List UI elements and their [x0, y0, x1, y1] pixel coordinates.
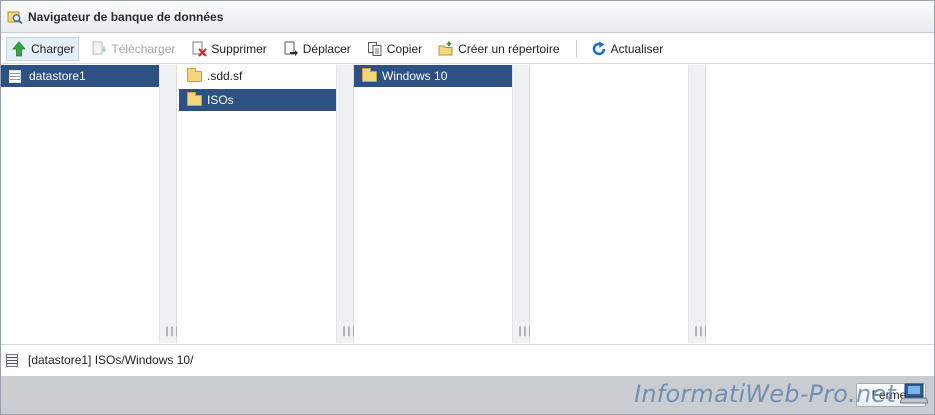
datastore-browser-window: Navigateur de banque de données Charger … [0, 0, 935, 415]
current-path: [datastore1] ISOs/Windows 10/ [28, 353, 194, 367]
move-icon [283, 41, 299, 57]
download-icon [91, 41, 107, 57]
list-item-label: ISOs [207, 93, 234, 107]
window-title: Navigateur de banque de données [28, 9, 224, 24]
create-directory-button[interactable]: Créer un répertoire [434, 37, 563, 61]
copy-icon [367, 41, 383, 57]
refresh-button[interactable]: Actualiser [587, 37, 668, 61]
move-label: Déplacer [302, 41, 351, 56]
toolbar-separator [575, 39, 577, 58]
folder-icon [187, 67, 202, 82]
list-item-sdd-sf[interactable]: .sdd.sf [179, 65, 336, 87]
new-folder-icon [438, 41, 454, 57]
download-label: Télécharger [111, 41, 176, 56]
column-resizer[interactable]: ||| [512, 65, 533, 343]
upload-arrow-icon [11, 40, 27, 57]
list-item-windows-10[interactable]: Windows 10 [354, 65, 512, 87]
watermark: InformatiWeb-Pro.net [634, 374, 929, 414]
column-4: ||| [530, 65, 709, 343]
move-button[interactable]: Déplacer [279, 37, 355, 61]
upload-label: Charger [31, 41, 75, 56]
watermark-text: InformatiWeb-Pro.net [634, 380, 896, 408]
refresh-label: Actualiser [610, 41, 664, 56]
laptop-logo-icon [899, 383, 929, 405]
column-resizer[interactable]: ||| [159, 65, 180, 343]
delete-button[interactable]: Supprimer [187, 37, 270, 61]
column-2: .sdd.sf ISOs ||| [177, 65, 357, 343]
datastore-icon [9, 69, 21, 83]
create-directory-label: Créer un répertoire [458, 41, 560, 56]
folder-icon [187, 91, 202, 106]
copy-button[interactable]: Copier [363, 37, 426, 61]
delete-label: Supprimer [211, 41, 267, 56]
list-item-label: datastore1 [29, 69, 86, 83]
list-item-label: Windows 10 [382, 69, 448, 83]
copy-label: Copier [386, 41, 423, 56]
column-resizer[interactable]: ||| [336, 65, 357, 343]
list-item-label: .sdd.sf [207, 69, 243, 83]
datastore-icon [6, 353, 18, 367]
browser-columns: datastore1 ||| .sdd.sf ISOs ||| Windows … [1, 65, 934, 343]
column-3: Windows 10 ||| [354, 65, 533, 343]
toolbar: Charger Télécharger Supprimer Déplacer C… [1, 34, 934, 64]
refresh-icon [591, 41, 607, 57]
delete-icon [191, 41, 208, 57]
column-1: datastore1 ||| [1, 65, 180, 343]
folder-icon [362, 67, 377, 82]
column-resizer[interactable]: ||| [688, 65, 709, 343]
list-item-datastore1[interactable]: datastore1 [1, 65, 159, 87]
upload-button[interactable]: Charger [6, 36, 80, 61]
download-button[interactable]: Télécharger [87, 37, 179, 61]
list-item-isos[interactable]: ISOs [179, 89, 336, 111]
column-5 [706, 65, 934, 343]
window-titlebar: Navigateur de banque de données [1, 1, 934, 33]
status-bar: [datastore1] ISOs/Windows 10/ [1, 344, 934, 375]
datastore-browser-icon [7, 9, 23, 25]
